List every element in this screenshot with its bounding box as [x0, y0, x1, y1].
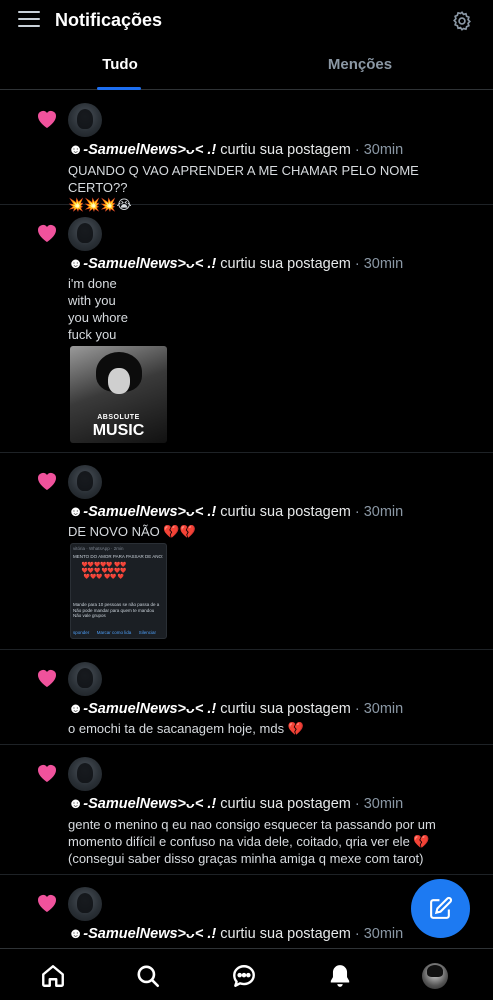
notification-header: ☻-SamuelNews˃ᴗ˂ .! curtiu sua postagem ·…	[68, 504, 403, 520]
post-image[interactable]: ABSOLUTE MUSIC	[70, 346, 167, 443]
avatar[interactable]	[68, 662, 102, 696]
notification-item[interactable]: ☻-SamuelNews˃ᴗ˂ .! curtiu sua postagem ·…	[0, 205, 493, 453]
screenshot-header: vitória · WhatsApp · 2min	[73, 546, 124, 551]
timestamp: · 30min	[350, 142, 404, 158]
bottom-navigation	[0, 948, 493, 1000]
tab-tudo[interactable]: Tudo	[0, 42, 240, 90]
action-text: curtiu sua postagem	[216, 796, 351, 812]
action-text: curtiu sua postagem	[216, 142, 351, 158]
avatar[interactable]	[68, 757, 102, 791]
notification-item[interactable]: ☻-SamuelNews˃ᴗ˂ .! curtiu sua postagem ·…	[0, 91, 493, 212]
timestamp: · 30min	[350, 504, 404, 520]
timestamp: · 30min	[350, 701, 404, 717]
timestamp: · 30min	[350, 256, 404, 272]
notification-item[interactable]: ☻-SamuelNews˃ᴗ˂ .! curtiu sua postagem ·…	[0, 745, 493, 875]
avatar[interactable]	[68, 217, 102, 251]
avatar[interactable]	[68, 103, 102, 137]
screenshot-text: Mande para 10 pessoas se não passa de a …	[73, 602, 160, 618]
gear-icon[interactable]	[451, 10, 473, 32]
action-text: curtiu sua postagem	[216, 504, 351, 520]
action-text: curtiu sua postagem	[216, 926, 351, 942]
username[interactable]: ☻-SamuelNews˃ᴗ˂ .!	[68, 142, 216, 158]
action-text: curtiu sua postagem	[216, 256, 351, 272]
top-bar: Notificações	[0, 0, 493, 42]
compose-button[interactable]	[411, 879, 470, 938]
post-text: DE NOVO NÃO 💔💔	[68, 524, 196, 539]
notification-header: ☻-SamuelNews˃ᴗ˂ .! curtiu sua postagem ·…	[68, 796, 403, 812]
home-icon[interactable]	[40, 963, 66, 989]
tabs: Tudo Menções	[0, 42, 493, 90]
timestamp: · 30min	[350, 796, 404, 812]
active-tab-indicator	[97, 87, 141, 90]
username[interactable]: ☻-SamuelNews˃ᴗ˂ .!	[68, 256, 216, 272]
tab-mencoes[interactable]: Menções	[240, 42, 480, 90]
search-icon[interactable]	[135, 963, 161, 989]
username[interactable]: ☻-SamuelNews˃ᴗ˂ .!	[68, 504, 216, 520]
bell-icon[interactable]	[327, 963, 353, 989]
post-text: i'm done with you you whore fuck you	[68, 276, 128, 342]
compose-icon	[430, 896, 453, 919]
image-caption-small: ABSOLUTE	[97, 414, 140, 421]
heart-icon	[38, 765, 56, 782]
action-text: curtiu sua postagem	[216, 701, 351, 717]
notification-item[interactable]: ☻-SamuelNews˃ᴗ˂ .! curtiu sua postagem ·…	[0, 650, 493, 745]
notification-header: ☻-SamuelNews˃ᴗ˂ .! curtiu sua postagem ·…	[68, 256, 403, 272]
heart-icon	[38, 225, 56, 242]
post-image[interactable]: vitória · WhatsApp · 2min MENTO DO AMOR …	[70, 543, 167, 639]
notifications-feed[interactable]: ☻-SamuelNews˃ᴗ˂ .! curtiu sua postagem ·…	[0, 91, 493, 948]
heart-icon	[38, 670, 56, 687]
hamburger-menu-icon[interactable]	[18, 11, 40, 29]
notification-header: ☻-SamuelNews˃ᴗ˂ .! curtiu sua postagem ·…	[68, 926, 403, 942]
post-text: gente o menino q eu nao consigo esquecer…	[68, 817, 436, 866]
post-text: o emochi ta de sacanagem hoje, mds 💔	[68, 721, 304, 736]
screenshot-title: MENTO DO AMOR PARA PASSAR DE ANO:	[73, 554, 164, 559]
image-figure-face	[108, 368, 130, 394]
screenshot-hearts: ❤️❤️❤️❤️❤️ ❤️❤️❤️❤️❤️ ❤️❤️❤️❤️ ❤️❤️❤️ ❤️…	[81, 562, 127, 580]
notification-header: ☻-SamuelNews˃ᴗ˂ .! curtiu sua postagem ·…	[68, 142, 403, 158]
page-title: Notificações	[55, 10, 163, 30]
heart-icon	[38, 473, 56, 490]
username[interactable]: ☻-SamuelNews˃ᴗ˂ .!	[68, 701, 216, 717]
image-caption-big: MUSIC	[92, 422, 145, 439]
profile-avatar[interactable]	[422, 963, 448, 989]
chat-icon[interactable]	[231, 963, 257, 989]
notification-item[interactable]: ☻-SamuelNews˃ᴗ˂ .! curtiu sua postagem ·…	[0, 453, 493, 650]
timestamp: · 30min	[350, 926, 404, 942]
avatar[interactable]	[68, 887, 102, 921]
screenshot-actions: sponder Marcar como lida Silenciar	[73, 630, 157, 635]
username[interactable]: ☻-SamuelNews˃ᴗ˂ .!	[68, 926, 216, 942]
heart-icon	[38, 111, 56, 128]
notification-header: ☻-SamuelNews˃ᴗ˂ .! curtiu sua postagem ·…	[68, 701, 403, 717]
username[interactable]: ☻-SamuelNews˃ᴗ˂ .!	[68, 796, 216, 812]
avatar[interactable]	[68, 465, 102, 499]
heart-icon	[38, 895, 56, 912]
